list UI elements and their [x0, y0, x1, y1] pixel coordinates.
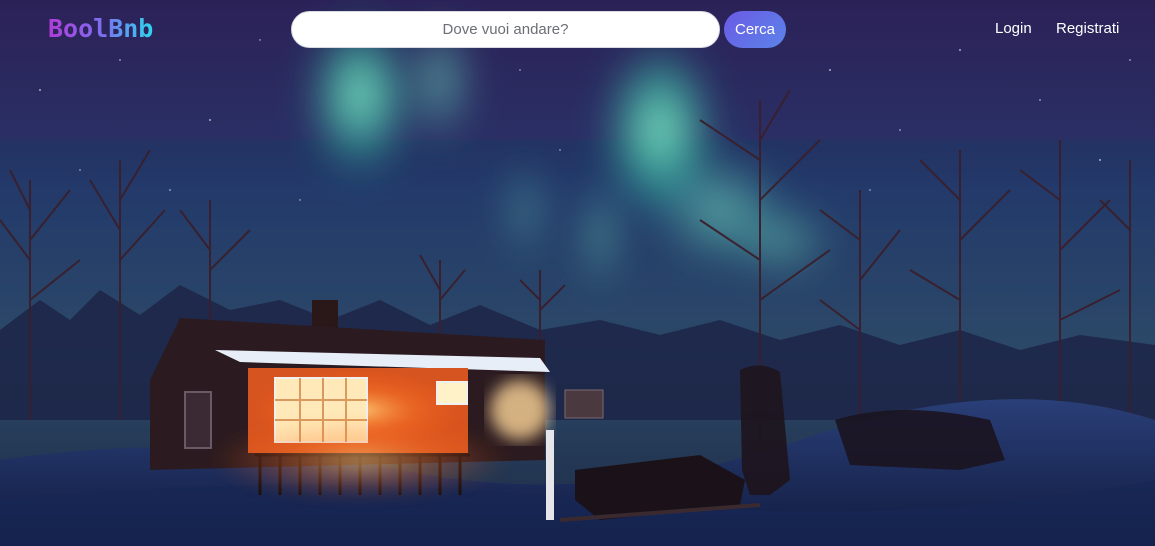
- search-input[interactable]: [291, 11, 720, 48]
- navbar: BoolBnb Cerca Login Registrati: [0, 0, 1155, 60]
- logo[interactable]: BoolBnb: [48, 14, 153, 43]
- search-button[interactable]: Cerca: [724, 11, 786, 48]
- hero-background-image: [0, 0, 1155, 546]
- login-link[interactable]: Login: [995, 20, 1032, 37]
- register-link[interactable]: Registrati: [1056, 20, 1119, 37]
